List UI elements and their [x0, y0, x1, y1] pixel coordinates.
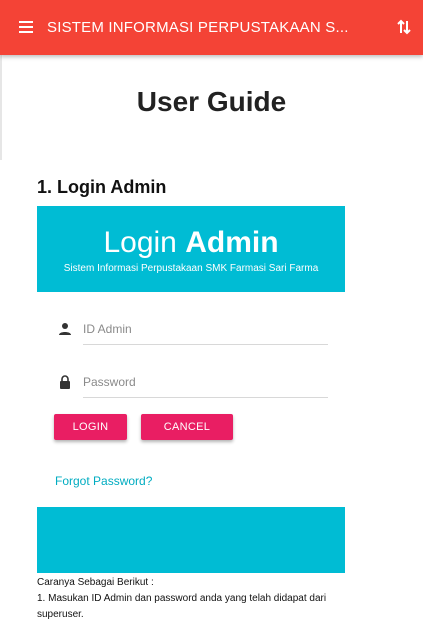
cancel-button[interactable]: CANCEL	[141, 414, 233, 440]
app-title: SISTEM INFORMASI PERPUSTAKAAN S...	[47, 19, 349, 36]
login-footer	[37, 507, 345, 573]
input-underline	[83, 344, 328, 345]
page-title: User Guide	[136, 86, 287, 117]
instructions-intro: Caranya Sebagai Berikut :	[37, 577, 154, 588]
instructions: Caranya Sebagai Berikut : 1. Masukan ID …	[37, 575, 367, 623]
password-input[interactable]	[83, 372, 328, 392]
login-button[interactable]: LOGIN	[54, 414, 127, 440]
app-bar: SISTEM INFORMASI PERPUSTAKAAN S...	[0, 0, 423, 55]
password-field	[54, 369, 329, 399]
login-heading: Login Admin	[37, 226, 345, 260]
id-admin-input[interactable]	[83, 319, 328, 339]
id-admin-field	[54, 316, 329, 346]
lock-icon	[60, 375, 70, 389]
instructions-step-1: 1. Masukan ID Admin dan password anda ya…	[37, 593, 327, 620]
login-subtitle: Sistem Informasi Perpustakaan SMK Farmas…	[63, 263, 319, 274]
swap-vertical-icon[interactable]	[394, 16, 414, 38]
login-heading-bold: Admin	[185, 226, 279, 259]
person-icon	[59, 323, 71, 335]
section-title: 1. Login Admin	[37, 177, 167, 197]
input-underline	[83, 397, 328, 398]
forgot-password-link[interactable]: Forgot Password?	[55, 474, 152, 488]
hamburger-menu-icon[interactable]	[17, 19, 37, 35]
login-header: Login Admin Sistem Informasi Perpustakaa…	[37, 206, 345, 292]
login-heading-light: Login	[103, 226, 177, 259]
login-screenshot-preview: Login Admin Sistem Informasi Perpustakaa…	[37, 206, 345, 573]
